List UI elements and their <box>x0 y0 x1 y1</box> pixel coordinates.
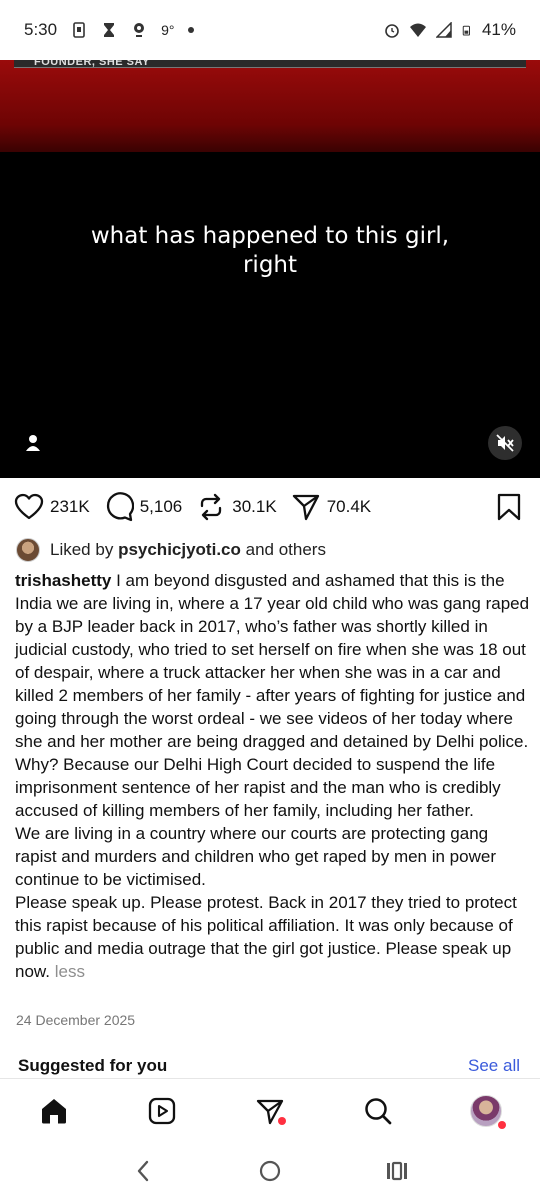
battery-icon <box>462 25 470 36</box>
repost-button[interactable]: 30.1K <box>196 492 277 522</box>
system-nav-bar <box>0 1142 540 1200</box>
comment-button[interactable]: 5,106 <box>104 492 183 522</box>
save-button[interactable] <box>494 492 524 522</box>
alarm-icon <box>385 24 399 38</box>
sim-icon <box>73 22 85 38</box>
repost-icon <box>201 493 222 521</box>
notification-dot <box>278 1116 286 1125</box>
status-temperature: 9° <box>161 22 175 38</box>
nav-reels[interactable] <box>142 1091 182 1131</box>
system-recents-button[interactable] <box>382 1156 412 1186</box>
video-caption-line1: what has happened to this girl, <box>90 223 450 249</box>
dot-icon <box>188 27 195 33</box>
like-button[interactable]: 231K <box>14 492 90 522</box>
signal-icon <box>435 22 452 38</box>
system-back-button[interactable] <box>128 1156 158 1186</box>
avatar <box>470 1094 502 1127</box>
wifi-icon <box>409 23 426 37</box>
nav-home[interactable] <box>34 1091 74 1131</box>
user-tag-icon[interactable] <box>22 432 44 454</box>
hourglass-icon <box>104 23 115 37</box>
liked-by-suffix: and others <box>245 540 326 559</box>
bookmark-icon <box>497 493 521 521</box>
send-icon <box>292 494 319 521</box>
video-strip-text: FOUNDER, SHE SAY <box>34 60 150 68</box>
caption-text-1: I am beyond disgusted and ashamed that t… <box>15 571 530 820</box>
home-icon <box>42 1098 66 1123</box>
video-caption-line2: right <box>242 252 298 278</box>
post-date: 24 December 2025 <box>16 1012 136 1028</box>
video-player[interactable]: FOUNDER, SHE SAY what has happened to th… <box>0 60 540 478</box>
like-count: 231K <box>50 497 90 516</box>
reels-icon <box>148 1097 176 1124</box>
recents-icon <box>386 1161 407 1181</box>
speaker-muted-icon <box>496 434 514 452</box>
bottom-nav <box>0 1078 540 1142</box>
nav-search[interactable] <box>358 1091 398 1131</box>
nav-messages[interactable] <box>250 1091 290 1131</box>
share-button[interactable]: 70.4K <box>291 492 371 522</box>
system-home-button[interactable] <box>255 1156 285 1186</box>
video-top-strip: FOUNDER, SHE SAY <box>14 60 526 68</box>
caption-text-3: Please speak up. Please protest. Back in… <box>15 893 517 981</box>
video-red-band: FOUNDER, SHE SAY <box>0 60 540 152</box>
post-username[interactable]: trishashetty <box>15 571 111 590</box>
share-count: 70.4K <box>326 497 372 516</box>
home-circle-icon <box>259 1160 281 1182</box>
liked-by-text: Liked by psychicjyoti.co and others <box>50 540 326 560</box>
location-icon <box>134 23 145 37</box>
caption-paragraph-2: We are living in a country where our cou… <box>15 824 496 889</box>
repost-count: 30.1K <box>232 497 277 516</box>
liked-by[interactable]: Liked by psychicjyoti.co and others <box>16 538 326 562</box>
comment-icon <box>106 492 134 522</box>
liked-by-avatar <box>16 538 40 562</box>
caption-paragraph-1: trishashetty I am beyond disgusted and a… <box>15 569 530 822</box>
mute-button[interactable] <box>488 426 522 460</box>
status-bar: 5:30 9° 41% <box>0 0 540 60</box>
liked-by-user[interactable]: psychicjyoti.co <box>118 540 241 559</box>
notification-dot <box>498 1120 506 1129</box>
less-link[interactable]: less <box>55 962 85 981</box>
caption-paragraph-3: Please speak up. Please protest. Back in… <box>15 891 530 983</box>
liked-by-prefix: Liked by <box>50 540 114 559</box>
video-caption: what has happened to this girl, right <box>0 222 540 280</box>
comment-count: 5,106 <box>139 497 183 516</box>
post-actions: 231K 5,106 30.1K 70.4K <box>0 486 540 528</box>
back-chevron-icon <box>138 1160 149 1182</box>
suggested-title: Suggested for you <box>18 1056 168 1075</box>
status-time: 5:30 <box>24 20 58 39</box>
see-all-link[interactable]: See all <box>468 1056 520 1076</box>
heart-icon <box>14 493 44 520</box>
battery-percent: 41% <box>481 20 516 39</box>
post-caption: trishashetty I am beyond disgusted and a… <box>15 569 530 983</box>
nav-profile[interactable] <box>466 1091 506 1131</box>
search-icon <box>365 1097 392 1124</box>
